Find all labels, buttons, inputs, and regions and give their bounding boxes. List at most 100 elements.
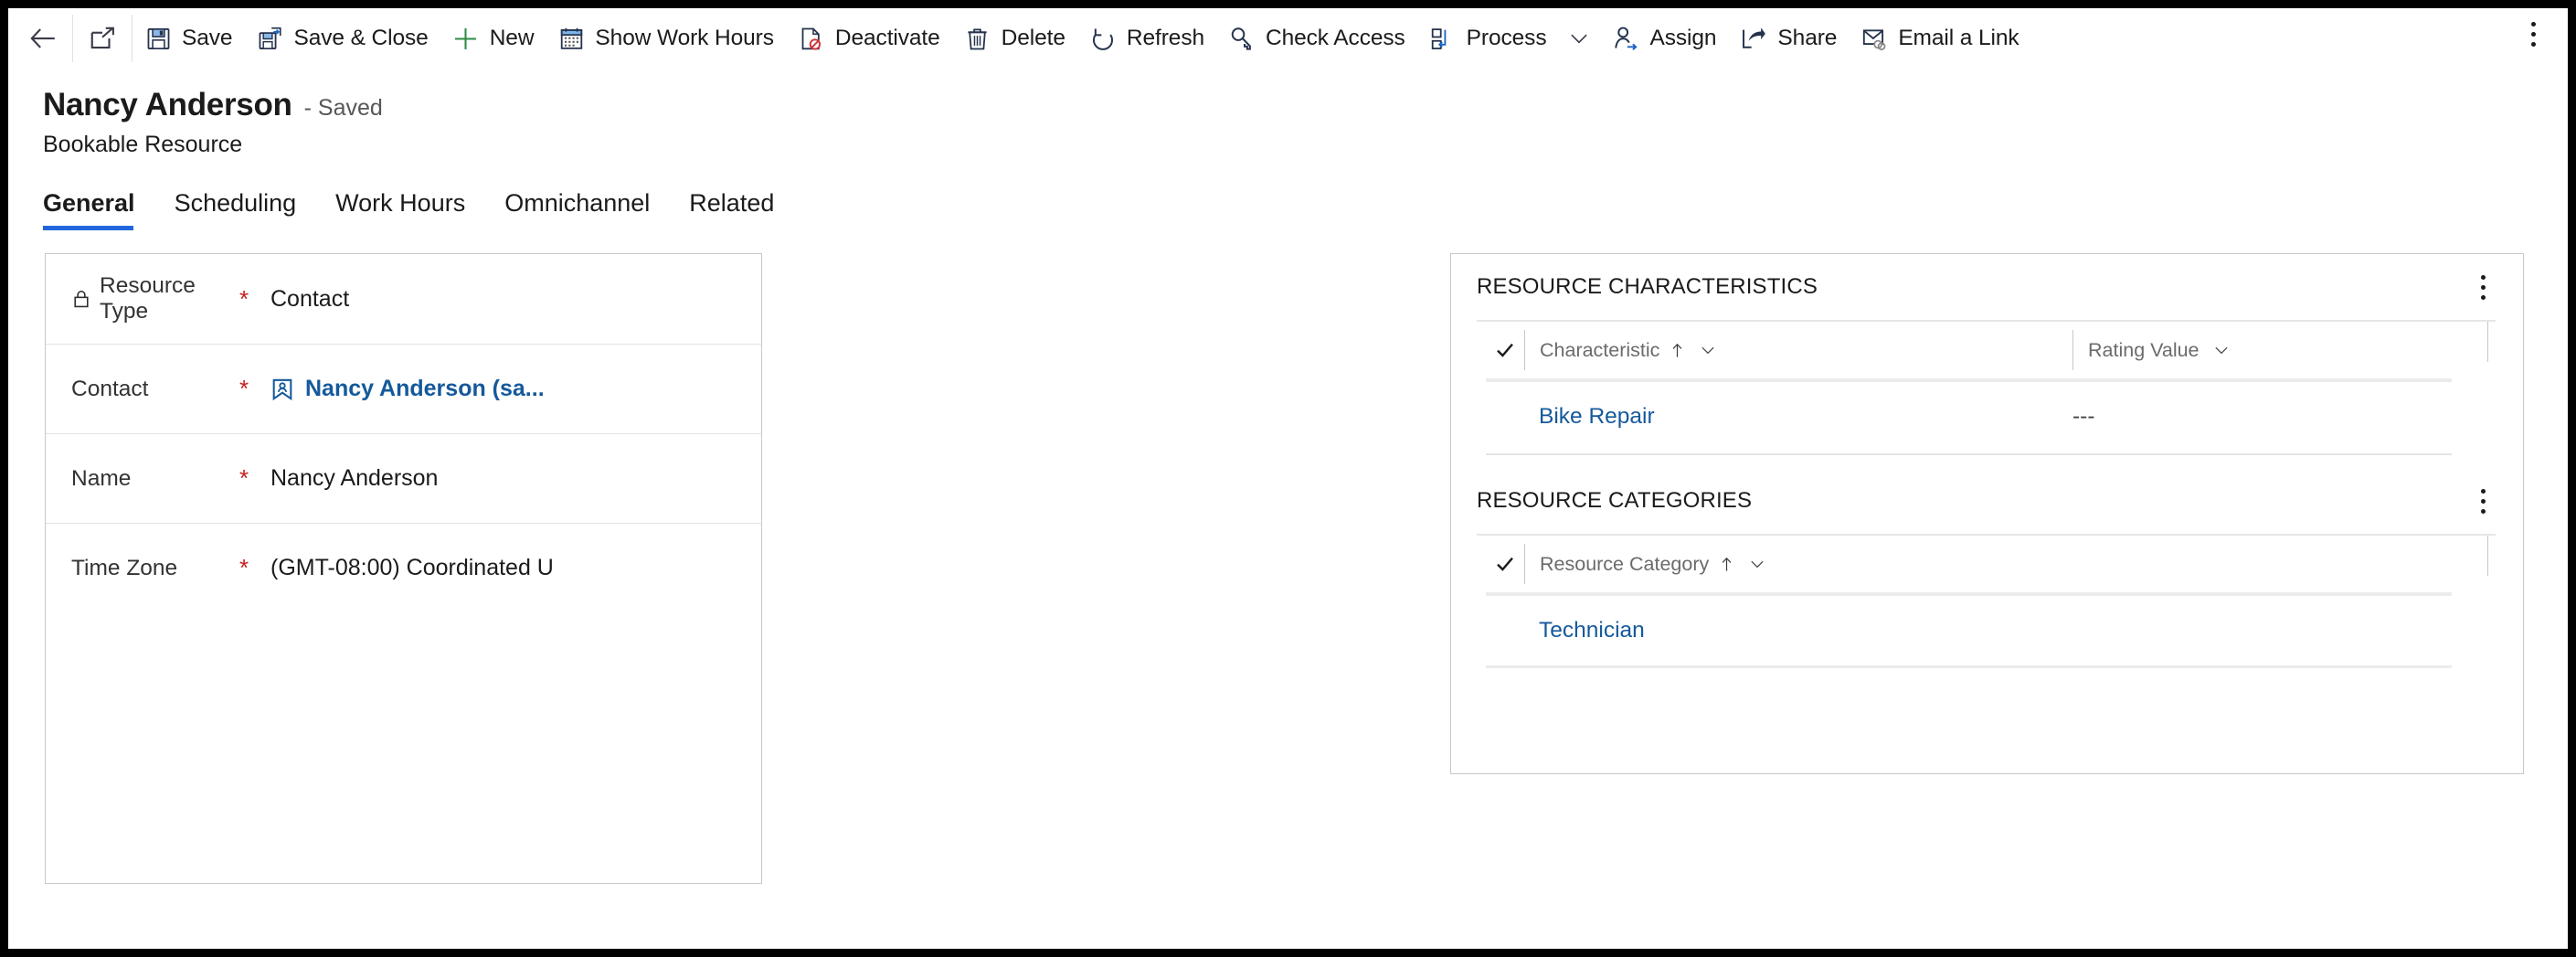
- column-header-resource-category-label: Resource Category: [1540, 552, 1710, 575]
- required-marker: *: [239, 554, 249, 581]
- refresh-label: Refresh: [1126, 26, 1204, 50]
- app-window: Save Save & Close New Show Work Hours De…: [8, 8, 2568, 949]
- share-button[interactable]: Share: [1728, 13, 1849, 64]
- assign-user-icon: [1612, 25, 1639, 52]
- field-label-name: Name: [71, 466, 239, 492]
- tab-scheduling-label: Scheduling: [174, 189, 297, 217]
- record-header: Nancy Anderson - Saved Bookable Resource: [8, 69, 2568, 158]
- resource-characteristics-header: RESOURCE CHARACTERISTICS: [1451, 254, 2523, 320]
- save-and-close-button[interactable]: Save & Close: [244, 13, 440, 64]
- chevron-down-icon: [1571, 34, 1588, 44]
- field-label-contact: Contact: [71, 377, 239, 402]
- back-arrow-icon: [30, 28, 55, 48]
- cell-resource-category-text: Technician: [1539, 618, 1645, 643]
- select-all-checkbox[interactable]: [1486, 553, 1524, 575]
- refresh-button[interactable]: Refresh: [1077, 13, 1216, 64]
- table-row[interactable]: Technician: [1486, 596, 2452, 665]
- column-menu-chevron-down-icon[interactable]: [1699, 341, 1717, 359]
- process-button[interactable]: Process: [1417, 13, 1559, 64]
- save-status: - Saved: [303, 95, 383, 121]
- check-access-label: Check Access: [1266, 26, 1405, 50]
- delete-label: Delete: [1001, 26, 1065, 50]
- form-tab-list: General Scheduling Work Hours Omnichanne…: [8, 183, 2568, 230]
- grid-header-endcap: [2487, 536, 2488, 576]
- new-button[interactable]: New: [440, 13, 546, 64]
- process-label: Process: [1466, 26, 1547, 50]
- field-value-name[interactable]: Nancy Anderson: [270, 465, 438, 492]
- lock-icon: [71, 289, 91, 309]
- tab-general-label: General: [43, 189, 135, 217]
- cell-rating-value-text: ---: [2072, 404, 2095, 429]
- characteristics-grid-header: Characteristic Rating Value: [1486, 322, 2488, 378]
- field-value-name-text: Nancy Anderson: [270, 465, 439, 491]
- email-a-link-button[interactable]: Email a Link: [1849, 13, 2030, 64]
- field-value-time-zone[interactable]: (GMT-08:00) Coordinated U: [270, 555, 554, 581]
- required-marker: *: [239, 464, 249, 492]
- save-and-close-label: Save & Close: [293, 26, 429, 50]
- popout-button[interactable]: [73, 13, 132, 64]
- deactivate-button[interactable]: Deactivate: [786, 13, 952, 64]
- tab-omnichannel[interactable]: Omnichannel: [504, 189, 650, 230]
- table-row[interactable]: Bike Repair ---: [1486, 382, 2452, 452]
- column-header-rating-value-label: Rating Value: [2088, 338, 2200, 361]
- field-value-resource-type-text: Contact: [270, 285, 350, 312]
- field-value-contact-link[interactable]: Nancy Anderson (sa...: [270, 376, 545, 402]
- column-header-resource-category[interactable]: Resource Category: [1524, 544, 2456, 584]
- field-label-resource-type-text: Resource Type: [100, 273, 196, 324]
- required-marker: *: [239, 375, 249, 402]
- select-all-checkbox[interactable]: [1486, 339, 1524, 361]
- tab-related-label: Related: [689, 189, 775, 217]
- cell-rating-value: ---: [2072, 404, 2094, 430]
- field-value-resource-type[interactable]: Contact: [270, 286, 349, 313]
- key-icon: [1228, 25, 1256, 52]
- resource-characteristics-title: RESOURCE CHARACTERISTICS: [1477, 274, 1818, 299]
- tab-scheduling[interactable]: Scheduling: [175, 189, 297, 230]
- subgrid-panel: RESOURCE CHARACTERISTICS Characteristic: [1450, 253, 2524, 774]
- email-link-icon: [1860, 25, 1888, 52]
- column-menu-chevron-down-icon[interactable]: [2212, 341, 2231, 359]
- column-header-characteristic-label: Characteristic: [1540, 338, 1660, 361]
- deactivate-label: Deactivate: [834, 26, 940, 50]
- column-header-characteristic[interactable]: Characteristic: [1524, 330, 2072, 370]
- field-value-contact-text: Nancy Anderson (sa...: [305, 376, 545, 401]
- assign-button[interactable]: Assign: [1600, 13, 1728, 64]
- tab-general[interactable]: General: [43, 189, 135, 230]
- categories-more-commands-button[interactable]: [2463, 481, 2503, 521]
- command-bar: Save Save & Close New Show Work Hours De…: [8, 8, 2568, 69]
- assign-label: Assign: [1649, 26, 1717, 50]
- form-body: Resource Type * Contact Contact * Nancy …: [8, 253, 2568, 949]
- characteristics-more-commands-button[interactable]: [2463, 267, 2503, 307]
- column-header-rating-value[interactable]: Rating Value: [2072, 330, 2456, 370]
- save-icon: [144, 25, 172, 52]
- check-icon: [1497, 343, 1513, 357]
- calendar-icon: [557, 25, 585, 52]
- sort-ascending-icon: [1669, 342, 1686, 359]
- refresh-icon: [1089, 25, 1117, 52]
- process-icon: [1429, 25, 1457, 52]
- field-label-time-zone-text: Time Zone: [71, 555, 178, 580]
- cell-resource-category-link[interactable]: Technician: [1486, 618, 1645, 643]
- cell-characteristic-link[interactable]: Bike Repair: [1486, 404, 2072, 430]
- more-commands-button[interactable]: [2511, 8, 2555, 59]
- process-dropdown-button[interactable]: [1558, 13, 1600, 64]
- back-button[interactable]: [14, 13, 72, 64]
- field-label-contact-text: Contact: [71, 376, 149, 401]
- required-marker: *: [239, 284, 249, 313]
- resource-categories-title: RESOURCE CATEGORIES: [1477, 488, 1753, 513]
- tab-work-hours-label: Work Hours: [335, 189, 466, 217]
- tab-related[interactable]: Related: [689, 189, 774, 230]
- column-menu-chevron-down-icon[interactable]: [1748, 555, 1766, 573]
- field-label-resource-type: Resource Type: [71, 273, 239, 324]
- save-and-close-icon: [256, 25, 283, 52]
- check-access-button[interactable]: Check Access: [1216, 13, 1417, 64]
- share-label: Share: [1777, 26, 1838, 50]
- tab-work-hours[interactable]: Work Hours: [335, 189, 465, 230]
- deactivate-icon: [798, 25, 825, 52]
- delete-button[interactable]: Delete: [952, 13, 1077, 64]
- plus-icon: [452, 25, 480, 52]
- entity-name: Bookable Resource: [43, 132, 243, 157]
- show-work-hours-button[interactable]: Show Work Hours: [546, 13, 785, 64]
- save-button[interactable]: Save: [133, 13, 244, 64]
- categories-grid-header: Resource Category: [1486, 536, 2488, 592]
- check-icon: [1497, 557, 1513, 571]
